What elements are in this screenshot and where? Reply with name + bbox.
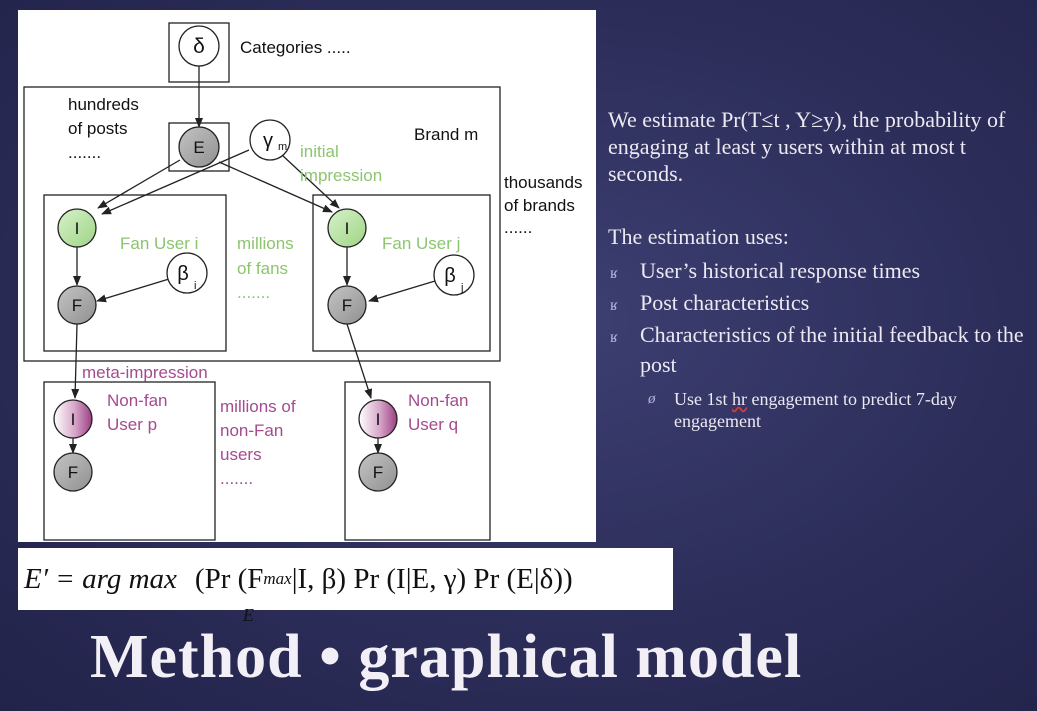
f-node-fan-i-label: F [72, 296, 82, 315]
beta-i-subscript: i [194, 280, 196, 292]
thousands-label-3: ...... [504, 218, 532, 237]
i-node-fan-i-label: I [75, 219, 80, 238]
formula-body-a: (Pr (F [194, 562, 264, 595]
formula-lhs: E′ = arg max [24, 563, 177, 596]
initial-impression-label-1: initial [300, 142, 339, 161]
bullet-item: ʁ User’s historical response times [608, 256, 1033, 286]
gamma-node-label: γ [263, 130, 273, 152]
hundreds-label-3: ....... [68, 143, 101, 162]
i-node-nonfan-p-label: I [71, 410, 76, 429]
bullet-text: Characteristics of the initial feedback … [640, 322, 1024, 377]
fan-user-i-label: Fan User i [120, 234, 198, 253]
edge-gamma-i-left [101, 149, 250, 215]
diagram-svg: δ E γ m I F β i I F β j I F I F Categori… [23, 22, 582, 541]
formula-body-b: |I, β) Pr (I|E, γ) Pr (E|δ)) [291, 562, 573, 595]
objective-formula: E′ = arg max E (Pr (F max |I, β) Pr (I|E, … [18, 548, 673, 625]
uses-heading: The estimation uses: [608, 224, 789, 249]
i-node-nonfan-q-label: I [376, 410, 381, 429]
description-panel: We estimate Pr(T≤t , Y≥y), the probabili… [608, 106, 1033, 432]
nonfan-q-label-2: User q [408, 415, 458, 434]
brand-label: Brand m [414, 125, 478, 144]
millions-nonfan-label-3: users [220, 445, 262, 464]
fan-user-j-label: Fan User j [382, 234, 460, 253]
sub-bullet-glyph-icon: ø [648, 391, 656, 407]
millions-nonfan-label-2: non-Fan [220, 421, 283, 440]
graphical-model-diagram: δ E γ m I F β i I F β j I F I F Categori… [18, 10, 596, 542]
edge-e-i-left [97, 159, 181, 209]
bullet-text: User’s historical response times [640, 258, 921, 283]
millions-fans-label-1: millions [237, 234, 294, 253]
intro-text: We estimate Pr(T≤t , Y≥y), the probabili… [608, 107, 1006, 186]
edge-beta-f-left [96, 278, 170, 303]
f-node-fan-j-label: F [342, 296, 352, 315]
nonfan-p-label-1: Non-fan [107, 391, 167, 410]
beta-j-subscript: j [460, 282, 463, 294]
bullet-text: Post characteristics [640, 290, 810, 315]
bullet-glyph-icon: ʁ [610, 265, 618, 282]
thousands-label-2: of brands [504, 196, 575, 215]
millions-nonfan-label-4: ....... [220, 469, 253, 488]
formula-subscript-max: max [263, 569, 292, 588]
hundreds-label-1: hundreds [68, 95, 139, 114]
millions-fans-label-3: ....... [237, 283, 270, 302]
sub-bullet-item: ø Use 1st hr engagement to predict 7-day… [608, 388, 1033, 432]
i-node-fan-j-label: I [345, 219, 350, 238]
e-node-label: E [193, 138, 204, 157]
formula-lhs-text: E′ = arg max [24, 562, 177, 595]
bullet-glyph-icon: ʁ [610, 297, 618, 314]
f-node-nonfan-p-label: F [68, 463, 78, 482]
meta-impression-label: meta-impression [82, 363, 208, 382]
bullet-glyph-icon: ʁ [610, 329, 618, 346]
initial-impression-label-2: impression [300, 166, 382, 185]
bullet-item: ʁ Post characteristics [608, 288, 1033, 318]
spellcheck-word: hr [732, 389, 747, 409]
slide-title: Method • graphical model [90, 623, 803, 691]
delta-node-label: δ [193, 35, 205, 58]
bullet-item: ʁ Characteristics of the initial feedbac… [608, 320, 1033, 380]
thousands-label-1: thousands [504, 173, 582, 192]
hundreds-label-2: of posts [68, 119, 128, 138]
nonfan-q-label-1: Non-fan [408, 391, 468, 410]
beta-node-i-label: β [177, 263, 189, 285]
millions-fans-label-2: of fans [237, 259, 288, 278]
nonfan-p-label-2: User p [107, 415, 157, 434]
beta-node-j-label: β [444, 265, 456, 287]
edge-beta-f-right [368, 280, 436, 303]
sub-bullet-text-a: Use 1st [674, 389, 732, 409]
gamma-subscript: m [278, 141, 287, 153]
f-node-nonfan-q-label: F [373, 463, 383, 482]
categories-label: Categories ..... [240, 38, 351, 57]
millions-nonfan-label-1: millions of [220, 397, 296, 416]
